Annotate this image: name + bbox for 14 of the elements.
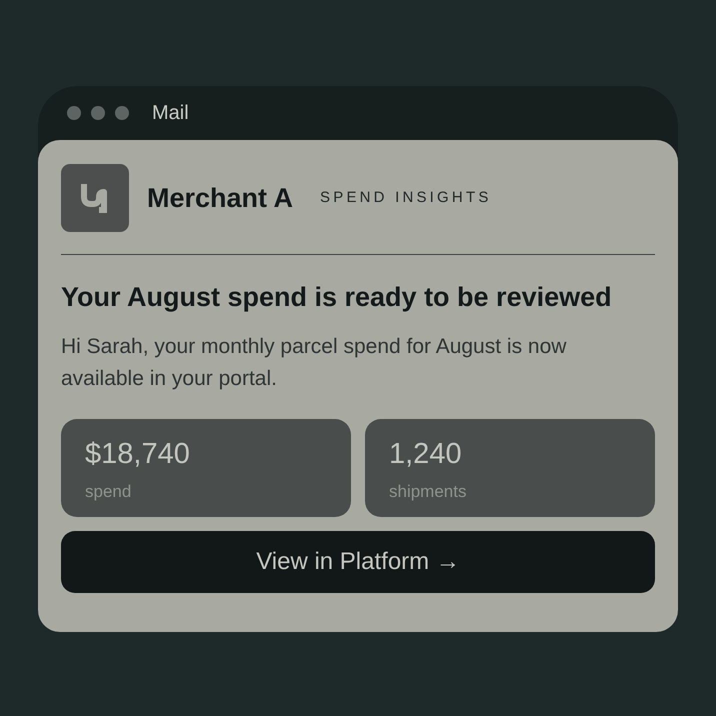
window-dot-icon bbox=[115, 106, 129, 120]
stat-value: 1,240 bbox=[389, 437, 463, 472]
category-label: SPEND INSIGHTS bbox=[320, 189, 492, 207]
stat-value: $18,740 bbox=[85, 437, 191, 472]
logo-icon bbox=[61, 164, 129, 232]
window-title: Mail bbox=[152, 103, 189, 123]
brand-name: Merchant A bbox=[147, 182, 294, 214]
window-dot-icon bbox=[67, 106, 81, 120]
view-button[interactable]: View in Platform → bbox=[61, 531, 655, 593]
email-body: Hi Sarah, your monthly parcel spend for August is now available in your portal. bbox=[61, 334, 568, 392]
stat-label: spend bbox=[85, 482, 132, 502]
email-heading: Your August spend is ready to be reviewed bbox=[61, 281, 613, 313]
stat-label: shipments bbox=[389, 482, 468, 502]
window-dot-icon bbox=[91, 106, 105, 120]
